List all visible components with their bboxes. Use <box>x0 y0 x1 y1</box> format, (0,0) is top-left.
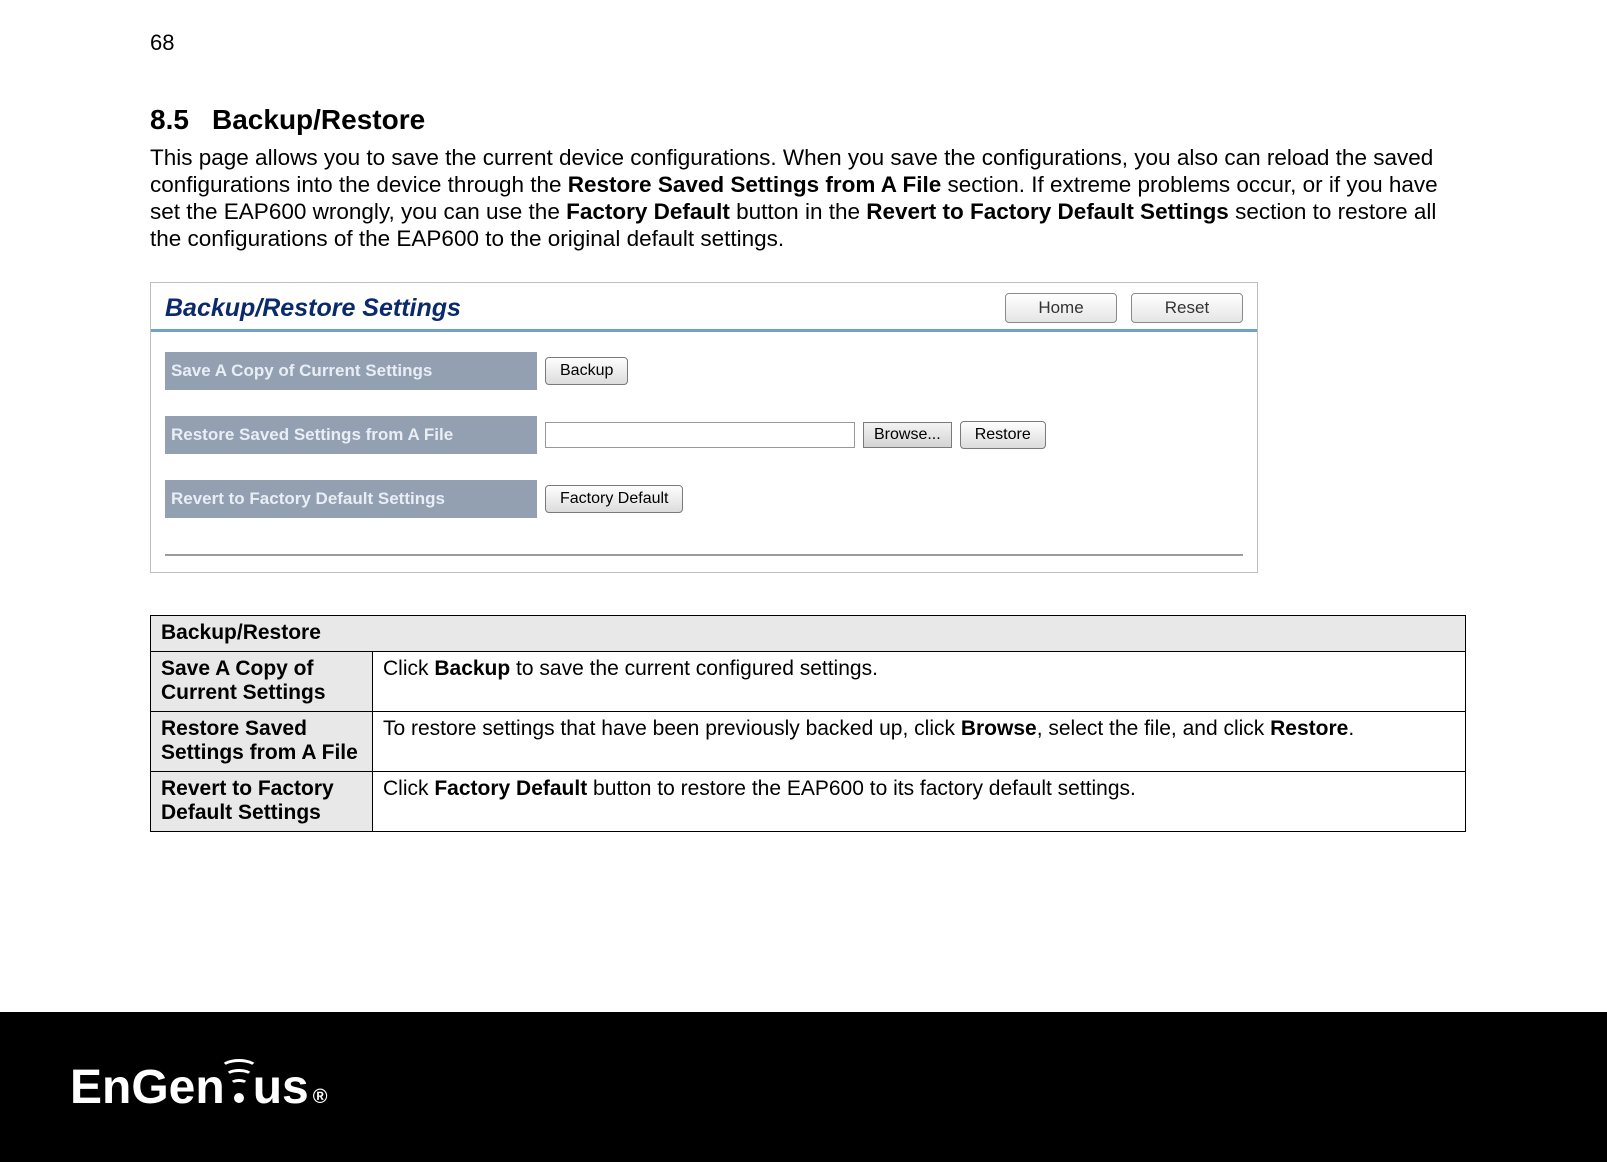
table-header: Backup/Restore <box>151 616 1466 652</box>
revert-label: Revert to Factory Default Settings <box>165 489 537 509</box>
restore-label: Restore Saved Settings from A File <box>165 425 537 445</box>
panel-title: Backup/Restore Settings <box>165 294 461 323</box>
table-row: Restore Saved Settings from A File To re… <box>151 712 1466 772</box>
settings-panel: Backup/Restore Settings Home Reset Save … <box>150 282 1258 573</box>
row-description: To restore settings that have been previ… <box>373 712 1466 772</box>
row-description: Click Factory Default button to restore … <box>373 772 1466 832</box>
table-row: Revert to Factory Default Settings Click… <box>151 772 1466 832</box>
browse-button[interactable]: Browse... <box>863 422 952 448</box>
section-number: 8.5 <box>150 104 212 136</box>
revert-row: Revert to Factory Default Settings Facto… <box>165 480 1243 518</box>
save-label: Save A Copy of Current Settings <box>165 361 537 381</box>
engenius-logo: EnGenus® <box>70 1060 327 1115</box>
restore-button[interactable]: Restore <box>960 421 1046 449</box>
panel-header: Backup/Restore Settings Home Reset <box>151 283 1257 332</box>
row-label: Restore Saved Settings from A File <box>151 712 373 772</box>
reset-button[interactable]: Reset <box>1131 293 1243 323</box>
home-button[interactable]: Home <box>1005 293 1117 323</box>
restore-row: Restore Saved Settings from A File Brows… <box>165 416 1243 454</box>
panel-footer-rule <box>165 554 1243 562</box>
save-row: Save A Copy of Current Settings Backup <box>165 352 1243 390</box>
wifi-icon <box>225 1093 253 1103</box>
backup-button[interactable]: Backup <box>545 357 628 385</box>
row-label: Revert to Factory Default Settings <box>151 772 373 832</box>
table-row: Save A Copy of Current Settings Click Ba… <box>151 652 1466 712</box>
factory-default-button[interactable]: Factory Default <box>545 485 683 513</box>
section-heading: 8.5Backup/Restore <box>150 104 1467 136</box>
page-number: 68 <box>150 30 1467 56</box>
panel-toolbar: Home Reset <box>1005 293 1243 323</box>
section-title: Backup/Restore <box>212 104 425 135</box>
page-footer: EnGenus® <box>0 1012 1607 1162</box>
intro-paragraph: This page allows you to save the current… <box>150 144 1467 252</box>
row-description: Click Backup to save the current configu… <box>373 652 1466 712</box>
row-label: Save A Copy of Current Settings <box>151 652 373 712</box>
file-input[interactable] <box>545 422 855 448</box>
description-table: Backup/Restore Save A Copy of Current Se… <box>150 615 1466 832</box>
